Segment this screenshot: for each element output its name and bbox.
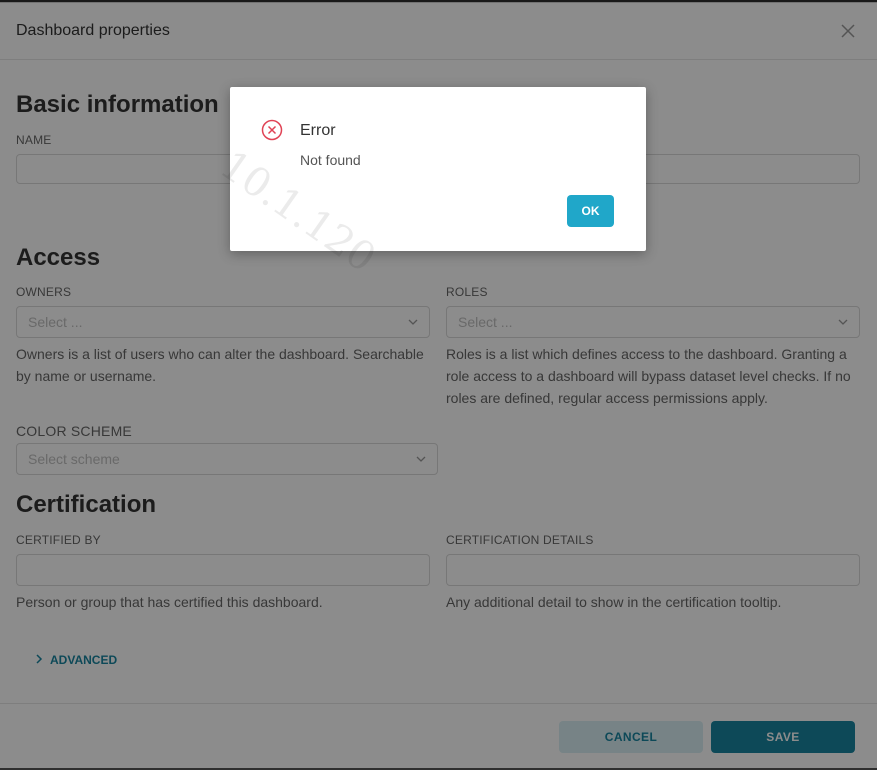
error-dialog: Error Not found 10.1.120 OK	[212, 87, 646, 282]
ok-button[interactable]: OK	[567, 195, 614, 227]
error-title: Error	[300, 122, 336, 139]
error-message: Not found	[300, 152, 361, 168]
error-circle-x-icon	[261, 119, 283, 141]
